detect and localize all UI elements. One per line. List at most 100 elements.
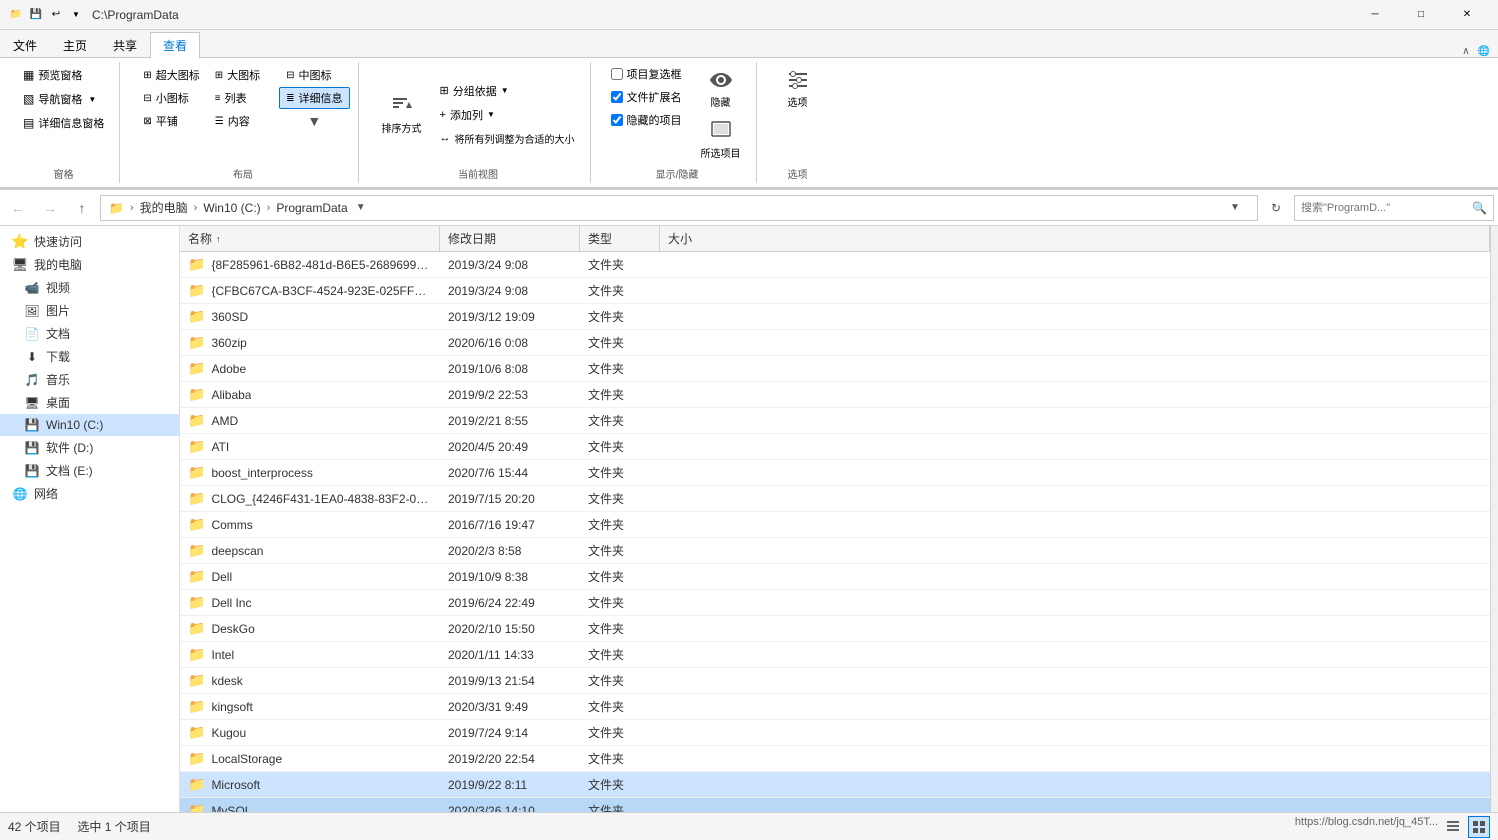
up-button[interactable]: ↑ [68,194,96,222]
path-expand-icon[interactable]: ▼ [1221,194,1249,222]
sort-btn[interactable]: 排序方式 [375,90,429,139]
list-view-btn[interactable] [1468,816,1490,838]
file-name-cell: 📁360SD [180,304,440,329]
dropdown-icon[interactable]: ▼ [68,7,84,23]
file-ext-check[interactable]: 文件扩展名 [607,87,686,107]
options-btn[interactable]: 选项 [773,64,823,113]
hidden-items-input[interactable] [611,114,623,126]
file-type-cell: 文件夹 [580,642,660,667]
hidden-items-check[interactable]: 隐藏的项目 [607,110,686,130]
search-input[interactable] [1301,202,1468,214]
sidebar-item-doce[interactable]: 💾 文档 (E:) [0,459,179,482]
path-home-icon: 📁 [109,201,124,215]
col-size[interactable]: 大小 [660,226,1490,251]
layout-expand-btn[interactable]: ▼ [279,113,349,129]
path-c[interactable]: Win10 (C:) [203,201,260,215]
tab-view[interactable]: 查看 [150,32,200,58]
file-name-cell: 📁kingsoft [180,694,440,719]
table-row[interactable]: 📁kingsoft2020/3/31 9:49文件夹 [180,694,1490,720]
details-btn[interactable]: ≣详细信息 [279,87,349,109]
tab-home[interactable]: 主页 [50,32,100,58]
table-row[interactable]: 📁boost_interprocess2020/7/6 15:44文件夹 [180,460,1490,486]
path-programdata[interactable]: ProgramData [276,201,347,215]
table-row[interactable]: 📁Kugou2019/7/24 9:14文件夹 [180,720,1490,746]
forward-button[interactable]: → [36,194,64,222]
softd-label: 软件 (D:) [46,439,93,456]
details-pane-btn[interactable]: ▤ 详细信息窗格 [16,112,111,134]
content-btn[interactable]: ☰内容 [208,110,278,132]
sidebar-item-music[interactable]: 🎵 音乐 [0,368,179,391]
collapse-ribbon-icon[interactable]: ∧ [1462,46,1469,57]
sidebar-item-mypc[interactable]: 🖥 我的电脑 [0,253,179,276]
options-label: 选项 [788,94,808,109]
file-ext-input[interactable] [611,91,623,103]
path-mypc[interactable]: 我的电脑 [140,199,188,216]
sidebar-item-network[interactable]: 🌐 网络 [0,482,179,505]
sidebar-item-documents[interactable]: 📄 文档 [0,322,179,345]
save-icon[interactable]: 💾 [28,7,44,23]
table-row[interactable]: 📁Dell2019/10/9 8:38文件夹 [180,564,1490,590]
desktop-label: 桌面 [46,394,70,411]
item-checkbox-input[interactable] [611,68,623,80]
table-row[interactable]: 📁Comms2016/7/16 19:47文件夹 [180,512,1490,538]
close-button[interactable]: ✕ [1444,0,1490,30]
list-btn[interactable]: ≡列表 [208,87,278,109]
small-icon-btn[interactable]: ⊟小图标 [136,87,206,109]
tab-share[interactable]: 共享 [100,32,150,58]
undo-icon[interactable]: ↩ [48,7,64,23]
selected-items-icon [709,119,733,143]
fit-columns-btn[interactable]: ↔将所有列调整为合适的大小 [433,128,582,149]
path-dropdown-icon[interactable]: ▼ [356,202,366,213]
sidebar-item-quick-access[interactable]: ⭐ 快速访问 [0,230,179,253]
details-view-btn[interactable] [1442,816,1464,838]
medium-icon-btn[interactable]: ⊟中图标 [279,64,349,86]
large-icon-btn[interactable]: ⊞大图标 [208,64,278,86]
address-path[interactable]: 📁 › 我的电脑 › Win10 (C:) › ProgramData ▼ ▼ [100,195,1258,221]
table-row[interactable]: 📁Microsoft2019/9/22 8:11文件夹 [180,772,1490,798]
sidebar-item-desktop[interactable]: 🖥 桌面 [0,391,179,414]
sidebar-item-videos[interactable]: 📹 视频 [0,276,179,299]
preview-pane-btn[interactable]: ▦ 预览窗格 [16,64,111,86]
sidebar-item-win10c[interactable]: 💾 Win10 (C:) [0,414,179,436]
hide-btn[interactable]: 隐藏 [701,64,741,113]
table-row[interactable]: 📁Dell Inc2019/6/24 22:49文件夹 [180,590,1490,616]
table-row[interactable]: 📁Adobe2019/10/6 8:08文件夹 [180,356,1490,382]
selected-items-btn[interactable]: 所选项目 [694,115,748,164]
extra-large-icon-btn[interactable]: ⊞超大图标 [136,64,206,86]
table-row[interactable]: 📁{8F285961-6B82-481d-B6E5-26896999...201… [180,252,1490,278]
doce-label: 文档 (E:) [46,462,93,479]
table-row[interactable]: 📁{CFBC67CA-B3CF-4524-923E-025FFB0...2019… [180,278,1490,304]
item-checkbox-check[interactable]: 项目复选框 [607,64,686,84]
table-row[interactable]: 📁360SD2019/3/12 19:09文件夹 [180,304,1490,330]
back-button[interactable]: ← [4,194,32,222]
add-column-btn[interactable]: +添加列 ▼ [433,104,582,126]
group-by-btn[interactable]: ⊞分组依据 ▼ [433,80,582,102]
nav-pane-btn[interactable]: ▧ 导航窗格 ▼ [16,88,111,110]
sidebar-item-downloads[interactable]: ⬇ 下载 [0,345,179,368]
table-row[interactable]: 📁AMD2019/2/21 8:55文件夹 [180,408,1490,434]
search-icon[interactable]: 🔍 [1472,201,1487,215]
col-date[interactable]: 修改日期 [440,226,580,251]
tab-file[interactable]: 文件 [0,32,50,58]
minimize-button[interactable]: ─ [1352,0,1398,30]
table-row[interactable]: 📁kdesk2019/9/13 21:54文件夹 [180,668,1490,694]
hide-label: 隐藏 [711,94,731,109]
file-name-cell: 📁ATI [180,434,440,459]
table-row[interactable]: 📁MySQL2020/3/26 14:10文件夹 [180,798,1490,812]
col-type[interactable]: 类型 [580,226,660,251]
table-row[interactable]: 📁ATI2020/4/5 20:49文件夹 [180,434,1490,460]
file-date-cell: 2019/9/2 22:53 [440,382,580,407]
table-row[interactable]: 📁Intel2020/1/11 14:33文件夹 [180,642,1490,668]
table-row[interactable]: 📁deepscan2020/2/3 8:58文件夹 [180,538,1490,564]
table-row[interactable]: 📁CLOG_{4246F431-1EA0-4838-83F2-06...2019… [180,486,1490,512]
sidebar-item-softd[interactable]: 💾 软件 (D:) [0,436,179,459]
table-row[interactable]: 📁LocalStorage2019/2/20 22:54文件夹 [180,746,1490,772]
table-row[interactable]: 📁Alibaba2019/9/2 22:53文件夹 [180,382,1490,408]
maximize-button[interactable]: □ [1398,0,1444,30]
tiles-btn[interactable]: ⊠平铺 [136,110,206,132]
table-row[interactable]: 📁360zip2020/6/16 0:08文件夹 [180,330,1490,356]
col-name[interactable]: 名称 ↑ [180,226,440,251]
sidebar-item-pictures[interactable]: 🖼 图片 [0,299,179,322]
refresh-button[interactable]: ↻ [1262,194,1290,222]
table-row[interactable]: 📁DeskGo2020/2/10 15:50文件夹 [180,616,1490,642]
